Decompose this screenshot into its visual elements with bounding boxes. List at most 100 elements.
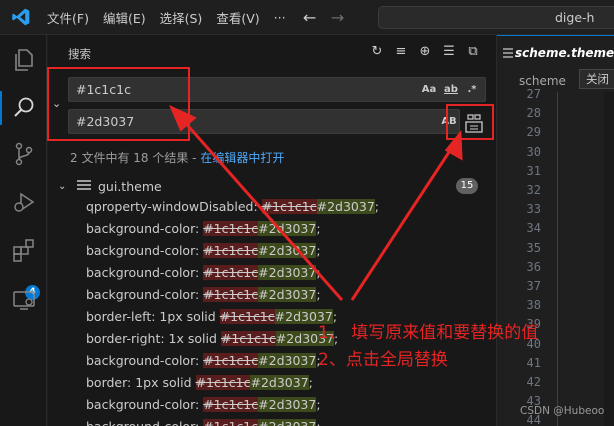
explorer-icon[interactable] <box>11 47 37 73</box>
refresh-icon[interactable]: ↻ <box>368 43 386 61</box>
match-whole-word-icon[interactable]: ab <box>443 82 459 97</box>
search-icon[interactable] <box>11 95 37 121</box>
match-suffix: ; <box>316 397 321 412</box>
match-row[interactable]: border-right: 1x solid #1c1c1c#2d3037; <box>86 328 338 350</box>
file-lines-icon <box>503 48 513 58</box>
match-new-value: #2d3037 <box>258 243 317 258</box>
command-center[interactable]: dige-h <box>378 6 614 29</box>
match-row[interactable]: background-color: #1c1c1c#2d3037; <box>86 218 321 240</box>
ellipsis-icon[interactable]: ··· <box>274 10 286 25</box>
chevron-down-icon[interactable]: ⌄ <box>58 181 72 192</box>
result-file-row[interactable]: ⌄ gui.theme 15 <box>58 176 488 196</box>
match-suffix: ; <box>316 419 320 426</box>
clear-results-icon[interactable]: ≡ <box>392 43 410 61</box>
line-number: 30 <box>526 144 541 159</box>
match-new-value: #2d3037 <box>258 419 317 426</box>
annotation-inputs-box <box>47 67 190 141</box>
match-prefix: qproperty-windowDisabled: <box>86 199 262 214</box>
line-number: 32 <box>526 183 541 197</box>
indent-guide <box>557 92 558 426</box>
match-old-value: #1c1c1c <box>220 331 276 346</box>
match-prefix: background-color: <box>86 221 204 236</box>
match-old-value: #1c1c1c <box>203 265 259 280</box>
match-new-value: #2d3037 <box>316 199 375 214</box>
result-summary-text: 2 文件中有 18 个结果 - <box>70 151 201 165</box>
match-prefix: background-color: <box>86 419 203 426</box>
line-number: 36 <box>526 259 541 274</box>
use-regex-icon[interactable]: .* <box>465 82 479 97</box>
match-suffix: ; <box>316 265 321 280</box>
match-row[interactable]: background-color: #1c1c1c#2d3037; <box>86 284 321 306</box>
match-row[interactable]: background-color: #1c1c1c#2d3037; <box>86 262 321 284</box>
vscode-logo-icon <box>9 5 33 29</box>
match-new-value: #2d3037 <box>258 353 317 368</box>
match-row[interactable]: background-color: #1c1c1c#2d3037; <box>86 240 321 262</box>
match-prefix: border: 1px solid <box>86 375 196 390</box>
menu-selection[interactable]: 选择(S) <box>160 8 203 27</box>
line-number: 27 <box>526 87 541 101</box>
editor-tab-title: scheme.theme <box>515 46 614 60</box>
match-prefix: border-left: 1px solid <box>86 309 220 324</box>
view-as-tree-icon[interactable]: ☰ <box>440 43 458 61</box>
extensions-icon[interactable] <box>11 238 37 264</box>
match-old-value: #1c1c1c <box>203 243 259 258</box>
line-number: 34 <box>526 221 541 236</box>
line-number: 35 <box>526 240 541 255</box>
open-in-editor-link[interactable]: 在编辑器中打开 <box>200 151 284 165</box>
collapse-all-icon[interactable]: ⧉ <box>464 43 482 61</box>
match-old-value: #1c1c1c <box>261 199 317 214</box>
line-number: 29 <box>526 125 541 140</box>
match-row[interactable]: background-color: #1c1c1c#2d3037; <box>86 416 321 426</box>
match-prefix: background-color: <box>86 397 204 412</box>
menu-edit[interactable]: 编辑(E) <box>103 8 146 27</box>
line-number: 41 <box>526 355 541 370</box>
annotation-step-1: 1、 填写原来值和要替换的值 <box>318 323 539 343</box>
line-number: 38 <box>526 298 541 313</box>
line-number: 37 <box>526 279 541 293</box>
result-summary: 2 文件中有 18 个结果 - 在编辑器中打开 <box>70 149 284 166</box>
match-new-value: #2d3037 <box>258 287 317 302</box>
match-row[interactable]: border: 1px solid #1c1c1c#2d3037; <box>86 372 313 394</box>
match-old-value: #1c1c1c <box>203 397 259 412</box>
title-bar: 文件(F) 编辑(E) 选择(S) 查看(V) ··· ← → dige-h <box>0 0 614 35</box>
editor-tab[interactable]: scheme.theme <box>497 35 614 70</box>
match-case-icon[interactable]: Aa <box>421 82 437 97</box>
annotation-replace-all-box <box>446 104 494 140</box>
minimap <box>604 92 614 426</box>
annotation-step-2: 2、点击全局替换 <box>318 350 448 370</box>
match-new-value: #2d3037 <box>250 375 309 390</box>
match-new-value: #2d3037 <box>258 397 317 412</box>
match-row[interactable]: background-color: #1c1c1c#2d3037; <box>86 350 321 372</box>
active-indicator <box>0 91 2 125</box>
line-number: 28 <box>526 106 541 121</box>
editor-area: scheme.theme scheme 关闭 27 28 29 30 31 32 33 34 3… <box>496 35 614 426</box>
close-tooltip: 关闭 <box>579 69 614 89</box>
match-new-value: #2d3037 <box>258 265 317 280</box>
line-number: 42 <box>526 375 541 389</box>
back-arrow-icon[interactable]: ← <box>300 8 320 27</box>
match-suffix: ; <box>308 375 313 390</box>
match-prefix: background-color: <box>86 287 204 302</box>
watermark: CSDN @Hubeoo <box>520 405 605 417</box>
match-old-value: #1c1c1c <box>203 221 259 236</box>
line-number: 33 <box>526 202 541 217</box>
match-old-value: #1c1c1c <box>195 375 251 390</box>
sidebar-title: 搜索 <box>68 47 91 61</box>
match-suffix: ; <box>316 221 321 236</box>
line-number: 31 <box>526 163 541 178</box>
remote-explorer-icon[interactable] <box>11 287 37 313</box>
result-file-name: gui.theme <box>98 178 162 194</box>
match-prefix: background-color: <box>86 243 204 258</box>
new-search-editor-icon[interactable]: ⊕ <box>416 43 434 61</box>
forward-arrow-icon[interactable]: → <box>328 8 348 27</box>
match-suffix: ; <box>316 287 321 302</box>
source-control-icon[interactable] <box>11 141 37 167</box>
match-row[interactable]: qproperty-windowDisabled: #1c1c1c#2d3037… <box>86 196 379 218</box>
match-row[interactable]: border-left: 1px solid #1c1c1c#2d3037; <box>86 306 337 328</box>
menu-view[interactable]: 查看(V) <box>216 8 259 27</box>
match-prefix: border-right: 1x solid <box>86 331 221 346</box>
run-debug-icon[interactable] <box>11 189 37 215</box>
match-row[interactable]: background-color: #1c1c1c#2d3037; <box>86 394 321 416</box>
menu-file[interactable]: 文件(F) <box>47 8 89 27</box>
match-prefix: background-color: <box>86 353 204 368</box>
